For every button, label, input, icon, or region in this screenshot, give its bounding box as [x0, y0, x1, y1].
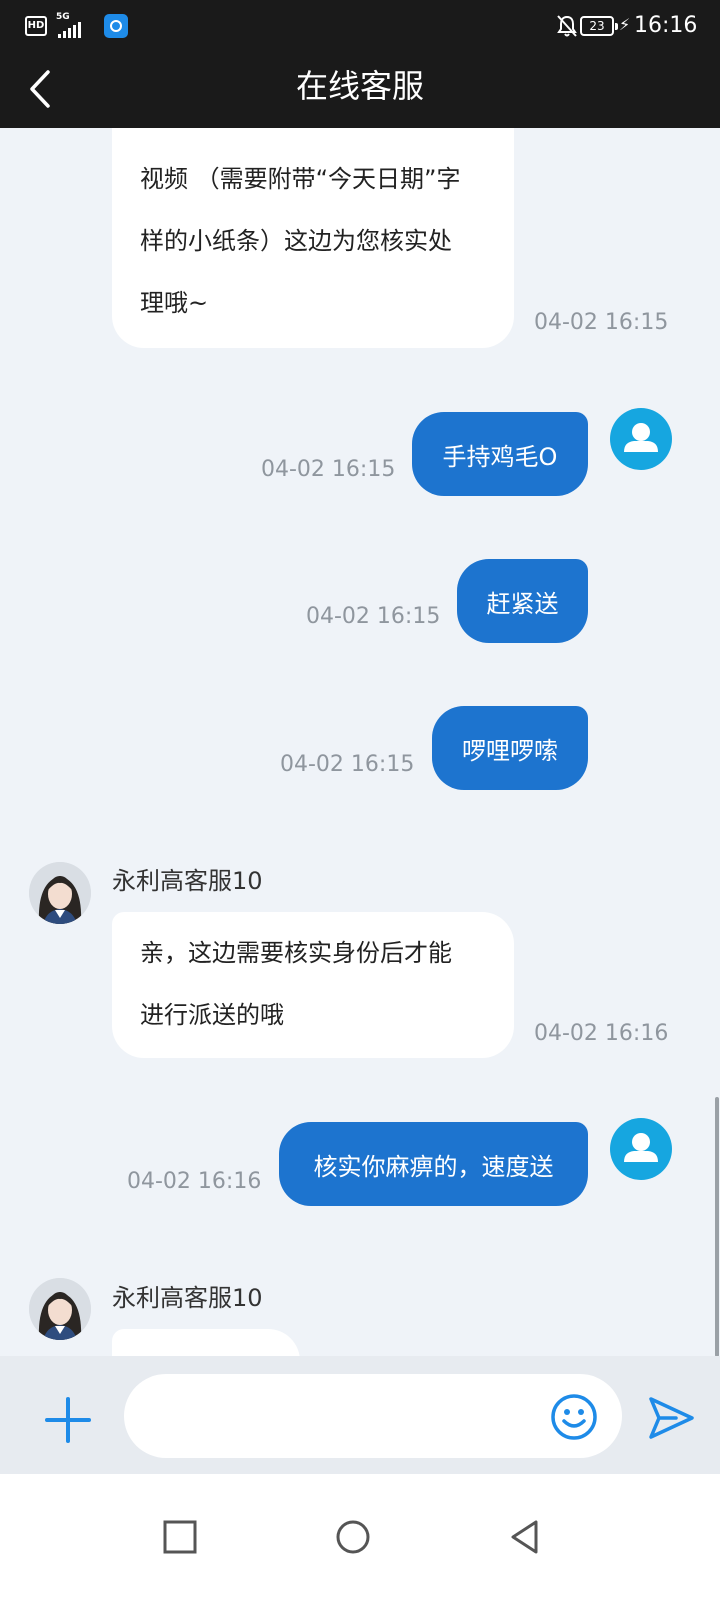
message-line: 理哦~	[140, 289, 209, 317]
bell-muted-icon	[557, 15, 577, 37]
send-icon[interactable]	[646, 1394, 696, 1442]
agent-avatar[interactable]	[29, 862, 91, 924]
message-line: 样的小纸条）这边为您核实处	[140, 227, 452, 255]
home-circle-icon[interactable]	[326, 1510, 380, 1564]
message-line: 视频 （需要附带“今天日期”字	[140, 165, 461, 193]
signal-icon	[58, 22, 92, 38]
message-timestamp: 04-02 16:15	[306, 604, 441, 629]
message-timestamp: 04-02 16:15	[280, 752, 415, 777]
input-bar	[0, 1356, 720, 1474]
message-line: 进行派送的哦	[140, 1001, 284, 1029]
message-input[interactable]	[124, 1374, 622, 1458]
message-line: 亲，这边需要核实身份后才能	[140, 939, 452, 967]
smiley-icon[interactable]	[550, 1393, 598, 1441]
system-nav-bar	[0, 1474, 720, 1600]
page-title: 在线客服	[295, 67, 424, 105]
user-message-bubble[interactable]: 核实你麻痹的，速度送	[279, 1122, 588, 1206]
user-avatar-icon	[624, 1133, 658, 1162]
plus-icon[interactable]	[44, 1396, 92, 1444]
scrollbar[interactable]	[715, 1097, 719, 1357]
agent-message-bubble[interactable]: 亲，这边需要核实身份后才能 进行派送的哦	[112, 912, 514, 1058]
recent-apps-square-icon[interactable]	[153, 1510, 207, 1564]
user-message-bubble[interactable]: 赶紧送	[457, 559, 588, 643]
agent-name: 永利高客服10	[112, 867, 263, 895]
agent-message-bubble[interactable]	[112, 1329, 300, 1356]
back-triangle-icon[interactable]	[499, 1510, 553, 1564]
chat-list[interactable]: 视频 （需要附带“今天日期”字 样的小纸条）这边为您核实处 理哦~ 04-02 …	[0, 128, 720, 1356]
agent-name: 永利高客服10	[112, 1284, 263, 1312]
user-avatar-icon	[624, 423, 658, 452]
network-type: 5G	[56, 12, 70, 22]
hd-indicator: HD	[25, 16, 47, 36]
message-timestamp: 04-02 16:15	[261, 457, 396, 482]
battery-icon: 23	[580, 16, 618, 36]
title-bar: 在线客服	[0, 52, 720, 128]
message-timestamp: 04-02 16:15	[534, 310, 669, 335]
agent-avatar-image	[29, 1278, 91, 1340]
agent-avatar-image	[29, 862, 91, 924]
status-time: 16:16	[634, 13, 698, 38]
charging-icon: ⚡	[619, 15, 631, 34]
user-message-bubble[interactable]: 手持鸡毛O	[412, 412, 588, 496]
message-timestamp: 04-02 16:16	[127, 1169, 262, 1194]
user-avatar[interactable]	[610, 408, 672, 470]
status-bar: HD 5G 23 ⚡ 16:16	[0, 0, 720, 52]
user-avatar[interactable]	[610, 1118, 672, 1180]
user-message-bubble[interactable]: 啰哩啰嗦	[432, 706, 588, 790]
agent-message-bubble[interactable]: 视频 （需要附带“今天日期”字 样的小纸条）这边为您核实处 理哦~	[112, 128, 514, 348]
app-notification-icon	[104, 14, 128, 38]
agent-avatar[interactable]	[29, 1278, 91, 1340]
message-timestamp: 04-02 16:16	[534, 1021, 669, 1046]
